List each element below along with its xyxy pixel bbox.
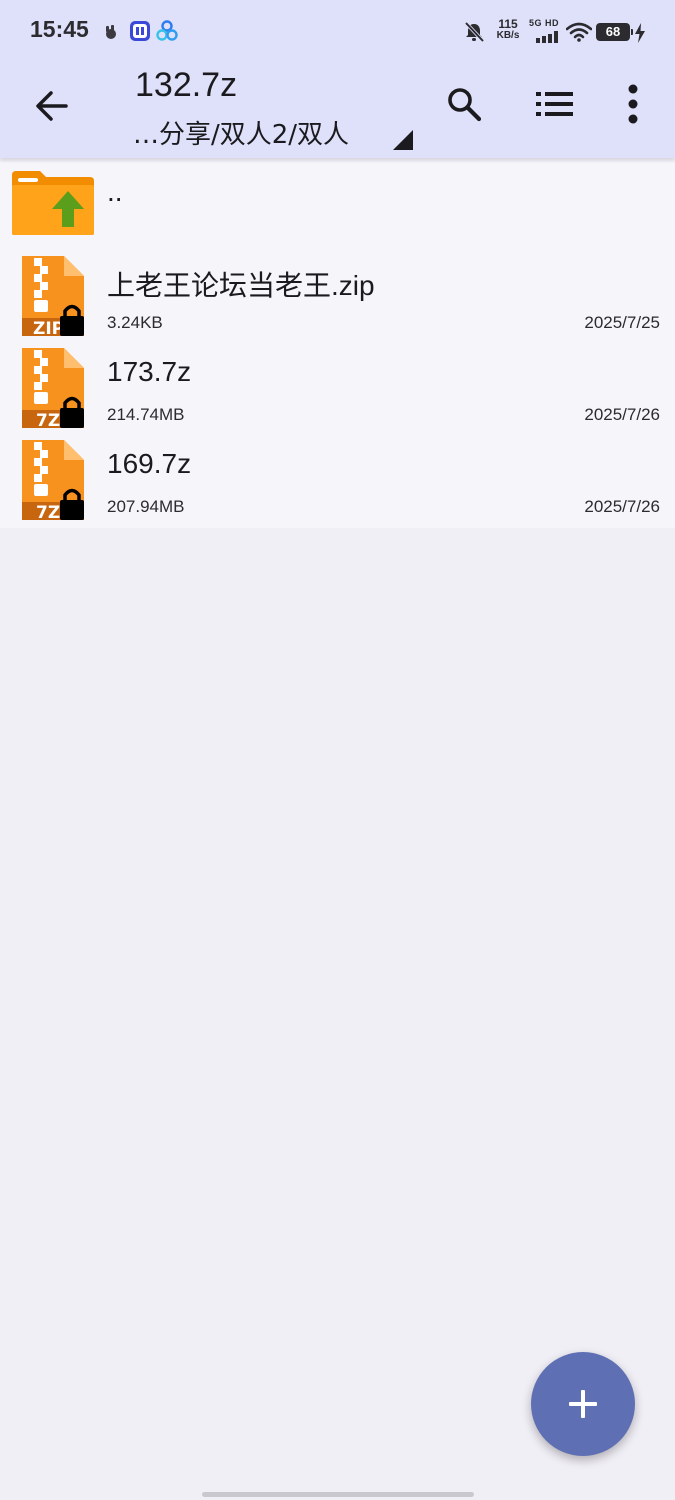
cloud-share-icon [156,20,178,41]
file-row[interactable]: 7Z 169.7z 207.94MB 2025/7/26 [0,434,675,526]
file-name: 上老王论坛当老王.zip [107,270,375,301]
view-mode-button[interactable] [525,74,585,134]
archive-title: 132.7z [135,66,238,104]
parent-directory-row[interactable]: .. [0,162,675,254]
list-view-icon [536,92,573,116]
charging-icon [635,23,645,43]
file-row[interactable]: 7Z 173.7z 214.74MB 2025/7/26 [0,342,675,434]
back-arrow-icon [36,91,68,121]
file-date: 2025/7/26 [584,405,660,424]
archive-type-label: ZIP [33,319,64,338]
archive-path-selector[interactable]: …分享/双人2/双人 [133,114,349,151]
parent-directory-label: .. [107,176,123,207]
file-name: 173.7z [107,356,192,387]
file-size: 214.74MB [107,405,185,424]
file-row[interactable]: ZIP 上老王论坛当老王.zip 3.24KB 2025/7/25 [0,250,675,342]
more-options-button[interactable] [603,74,663,134]
search-button[interactable] [434,74,494,134]
status-time: 15:45 [30,16,89,42]
plus-icon [569,1390,597,1418]
wifi-icon [566,22,592,42]
7z-archive-icon: 7Z [22,348,84,430]
file-size: 207.94MB [107,497,185,516]
file-size: 3.24KB [107,313,163,332]
archive-type-label: 7Z [36,411,60,430]
app-header: 15:45 115 KB/s 5G HD 68 132.7z …分享/双人2/双… [0,0,675,158]
network-speed: 115 KB/s [496,17,520,41]
more-options-icon [628,84,638,124]
path-dropdown-icon[interactable] [393,130,413,150]
file-name: 169.7z [107,448,192,479]
signal-icon [536,31,558,43]
zip-archive-icon: ZIP [22,256,84,338]
archive-type-label: 7Z [36,503,60,522]
file-list: .. ZIP 上老王论坛当老王.zip 3.24KB 2025/7/25 7Z … [0,162,675,528]
mute-bell-icon [464,21,485,43]
tieba-icon [130,21,150,41]
file-date: 2025/7/25 [584,313,660,332]
battery-level: 68 [596,23,633,41]
network-type: 5G HD [529,18,560,28]
folder-up-icon [12,171,94,235]
file-date: 2025/7/26 [584,497,660,516]
7z-archive-icon: 7Z [22,440,84,522]
app-notification-icon [106,25,116,39]
back-button[interactable] [22,76,82,136]
gesture-navigation-bar[interactable] [202,1492,474,1497]
add-button[interactable] [531,1352,635,1456]
status-bar: 15:45 115 KB/s 5G HD 68 [0,0,675,64]
search-icon [448,88,482,122]
